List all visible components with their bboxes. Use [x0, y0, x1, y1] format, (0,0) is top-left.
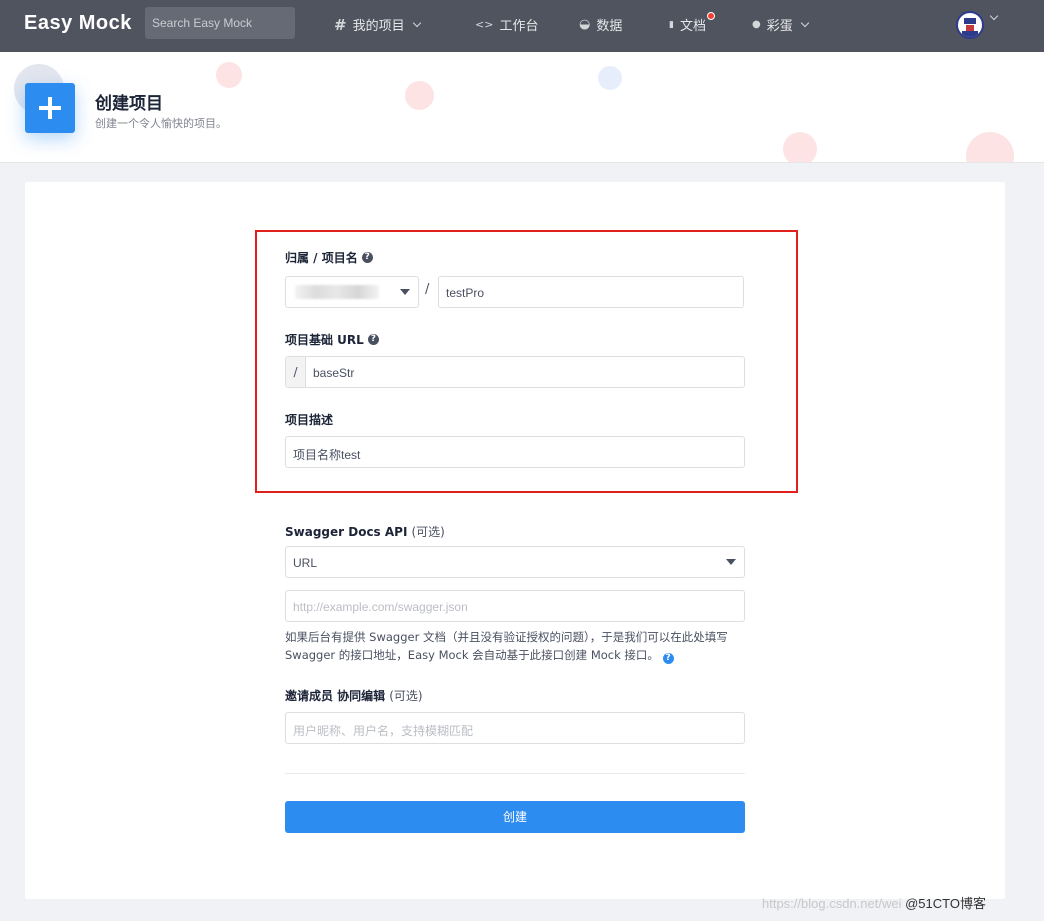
base-url-label: 项目基础 URL ?: [285, 331, 379, 348]
chevron-down-icon: [800, 18, 809, 27]
owner-project-label: 归属 / 项目名 ?: [285, 249, 373, 266]
owner-separator: /: [425, 282, 430, 297]
help-icon[interactable]: ?: [367, 334, 379, 345]
help-icon[interactable]: ?: [662, 653, 674, 664]
create-button[interactable]: 创建: [285, 801, 745, 833]
decor-bubble: [783, 132, 817, 162]
nav-label: 彩蛋: [766, 19, 793, 34]
nav-label: 我的项目: [352, 19, 405, 34]
decor-bubble: [405, 81, 434, 110]
notification-badge: [707, 12, 715, 20]
chevron-down-icon: [412, 18, 421, 27]
description-label: 项目描述: [285, 413, 334, 427]
swagger-url-input[interactable]: http://example.com/swagger.json: [285, 590, 745, 622]
nav-data[interactable]: ◒ 数据: [579, 15, 622, 34]
nav-docs[interactable]: ▮ 文档: [669, 15, 706, 34]
page-title: 创建项目: [95, 94, 163, 114]
chart-icon: ◒: [579, 17, 591, 32]
nav-label: 数据: [596, 19, 623, 34]
page-subtitle: 创建一个令人愉快的项目。: [95, 117, 227, 130]
caret-down-icon: [400, 289, 410, 295]
base-url-input[interactable]: baseStr: [285, 356, 745, 388]
swagger-label: Swagger Docs API (可选): [285, 524, 445, 540]
swagger-hint: 如果后台有提供 Swagger 文档（并且没有验证授权的问题），于是我们可以在此…: [285, 630, 728, 664]
egg-icon: ●: [752, 19, 761, 30]
caret-down-icon: [726, 559, 736, 565]
base-url-prefix: /: [286, 357, 306, 387]
top-nav: Easy Mock Search Easy Mock # 我的项目 <> 工作台…: [0, 0, 1044, 52]
project-name-input[interactable]: testPro: [438, 276, 744, 308]
decor-bubble: [966, 132, 1014, 162]
decor-bubble: [598, 66, 622, 90]
members-search-input[interactable]: 用户昵称、用户名，支持模糊匹配: [285, 712, 745, 744]
hash-icon: #: [334, 15, 347, 34]
nav-easter-egg[interactable]: ● 彩蛋: [752, 15, 809, 34]
owner-value-redacted: [295, 285, 379, 299]
divider: [285, 773, 745, 774]
app-logo[interactable]: Easy Mock: [24, 12, 132, 35]
watermark: https://blog.csdn.net/wei @51CTO博客: [762, 896, 986, 911]
book-icon: ▮: [669, 19, 674, 30]
avatar[interactable]: [956, 11, 984, 39]
nav-label: 工作台: [499, 19, 539, 34]
page-header: 创建项目 创建一个令人愉快的项目。: [0, 52, 1044, 163]
nav-workbench[interactable]: <> 工作台: [475, 15, 538, 34]
description-input[interactable]: 项目名称test: [285, 436, 745, 468]
search-input[interactable]: Search Easy Mock: [145, 7, 295, 39]
nav-label: 文档: [679, 19, 706, 34]
decor-bubble: [216, 62, 242, 88]
help-icon[interactable]: ?: [361, 252, 373, 263]
code-icon: <>: [475, 18, 494, 31]
swagger-type-select[interactable]: URL: [285, 546, 745, 578]
chevron-down-icon[interactable]: [989, 11, 999, 21]
nav-my-projects[interactable]: # 我的项目: [334, 15, 421, 34]
members-label: 邀请成员 协同编辑 (可选): [285, 689, 423, 703]
plus-icon: [25, 83, 75, 133]
